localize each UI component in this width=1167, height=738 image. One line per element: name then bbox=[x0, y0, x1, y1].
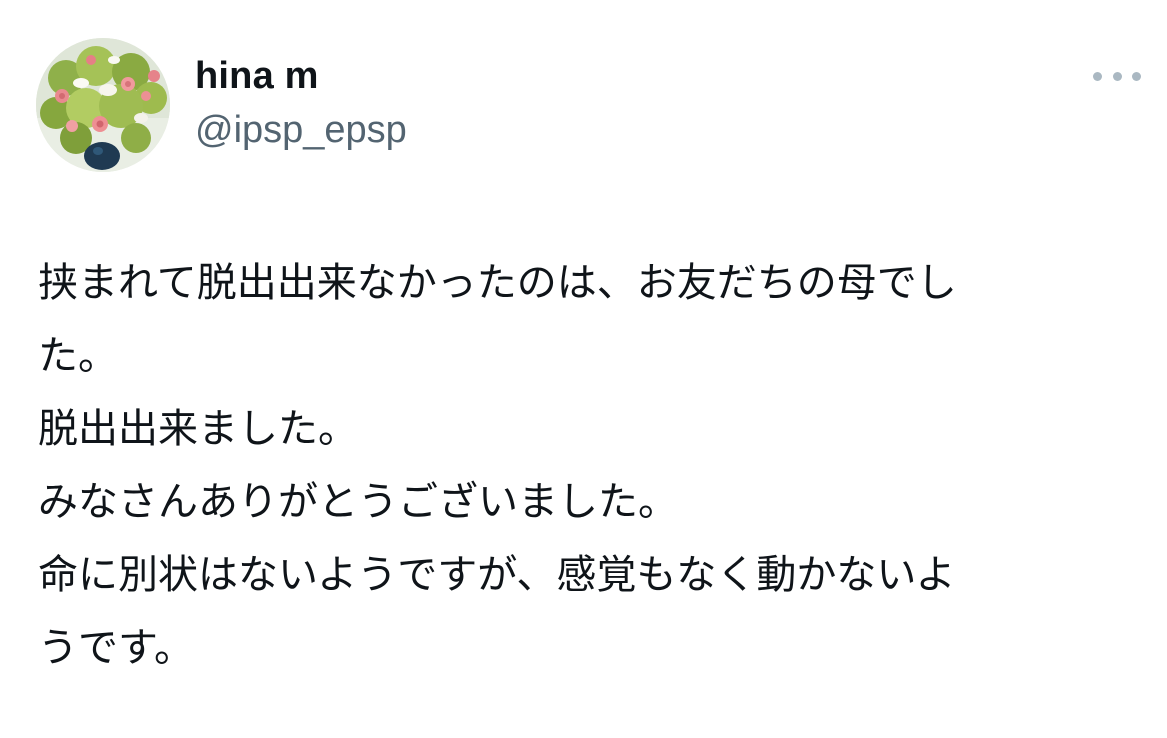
more-dots-icon bbox=[1112, 71, 1122, 81]
tweet-text-line: 脱出出来ました。 bbox=[38, 406, 358, 452]
display-name[interactable]: hina m bbox=[195, 52, 407, 100]
flower-bouquet-avatar-icon bbox=[36, 38, 170, 172]
tweet-text-line: うです。 bbox=[38, 625, 194, 671]
more-dots-icon bbox=[1132, 71, 1141, 81]
tweet-card: hina m @ipsp_epsp 挟まれて脱出出来なかったのは、お友だちの母で… bbox=[0, 0, 1167, 738]
tweet-text-line: 挟まれて脱出出来なかったのは、お友だちの母でし bbox=[38, 260, 957, 306]
more-options-button[interactable] bbox=[1093, 64, 1141, 88]
user-avatar[interactable] bbox=[36, 38, 170, 172]
tweet-text-line: た。 bbox=[38, 333, 118, 379]
user-names: hina m @ipsp_epsp bbox=[195, 52, 407, 154]
tweet-text-line: みなさんありがとうございました。 bbox=[38, 479, 678, 525]
user-handle[interactable]: @ipsp_epsp bbox=[195, 106, 407, 154]
tweet-text-line: 命に別状はないようですが、感覚もなく動かないよ bbox=[38, 552, 956, 598]
more-dots-icon bbox=[1093, 71, 1102, 81]
tweet-body: 挟まれて脱出出来なかったのは、お友だちの母でし た。 脱出出来ました。 みなさん… bbox=[38, 247, 1138, 685]
